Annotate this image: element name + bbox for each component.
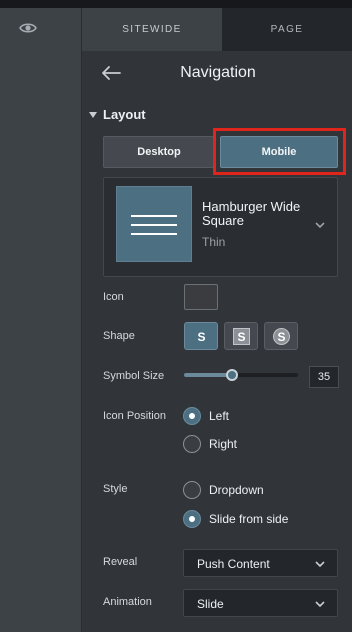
icon-label: Icon	[103, 291, 124, 303]
icon-position-right-label[interactable]: Right	[209, 437, 237, 451]
page-title: Navigation	[180, 64, 256, 81]
shape-circle-button[interactable]: S	[264, 322, 298, 350]
symbol-size-slider[interactable]	[184, 369, 298, 381]
tab-page[interactable]: PAGE	[222, 8, 352, 51]
icon-position-right-radio[interactable]	[183, 435, 201, 453]
style-slide-radio[interactable]	[183, 510, 201, 528]
icon-position-left-label[interactable]: Left	[209, 409, 229, 423]
reveal-select[interactable]: Push Content	[183, 549, 338, 577]
reveal-value: Push Content	[197, 557, 270, 571]
hamburger-preview-icon	[116, 186, 192, 262]
mobile-toggle-button[interactable]: Mobile	[220, 136, 338, 168]
tab-bar: SITEWIDE PAGE	[82, 8, 352, 51]
back-arrow-icon[interactable]	[100, 64, 122, 82]
shape-label: Shape	[103, 330, 135, 342]
shape-circle-glyph: S	[273, 328, 290, 345]
animation-select[interactable]: Slide	[183, 589, 338, 617]
caret-down-icon[interactable]	[89, 111, 97, 119]
shape-plain-button[interactable]: S	[184, 322, 218, 350]
shape-plain-glyph: S	[197, 329, 206, 344]
section-title-layout[interactable]: Layout	[103, 107, 146, 122]
icon-color-swatch[interactable]	[184, 284, 218, 310]
symbol-size-label: Symbol Size	[103, 370, 165, 382]
animation-label: Animation	[103, 596, 152, 608]
eye-icon[interactable]	[19, 21, 37, 35]
shape-square-button[interactable]: S	[224, 322, 258, 350]
chevron-down-icon	[315, 561, 325, 568]
top-bar	[0, 0, 352, 8]
style-dropdown-label[interactable]: Dropdown	[209, 483, 264, 497]
chevron-down-icon	[315, 222, 325, 229]
desktop-toggle-button[interactable]: Desktop	[103, 136, 215, 168]
animation-value: Slide	[197, 597, 224, 611]
icon-position-left-radio[interactable]	[183, 407, 201, 425]
icon-position-label: Icon Position	[103, 410, 166, 422]
style-dropdown-radio[interactable]	[183, 481, 201, 499]
style-slide-label[interactable]: Slide from side	[209, 512, 288, 526]
slider-thumb[interactable]	[225, 369, 238, 381]
symbol-size-input[interactable]: 35	[309, 366, 339, 388]
shape-square-glyph: S	[233, 328, 250, 345]
menu-style-picker[interactable]: Hamburger Wide Square Thin	[103, 177, 338, 277]
menu-style-weight: Thin	[202, 235, 226, 249]
reveal-label: Reveal	[103, 556, 138, 568]
style-label: Style	[103, 483, 128, 495]
navigation-settings-panel: SITEWIDE PAGE Navigation Layout Desktop …	[82, 8, 352, 632]
menu-style-name: Hamburger Wide Square	[202, 199, 301, 228]
chevron-down-icon	[315, 601, 325, 608]
tab-sitewide[interactable]: SITEWIDE	[82, 8, 222, 51]
left-rail	[0, 8, 82, 632]
slider-fill	[184, 373, 232, 377]
